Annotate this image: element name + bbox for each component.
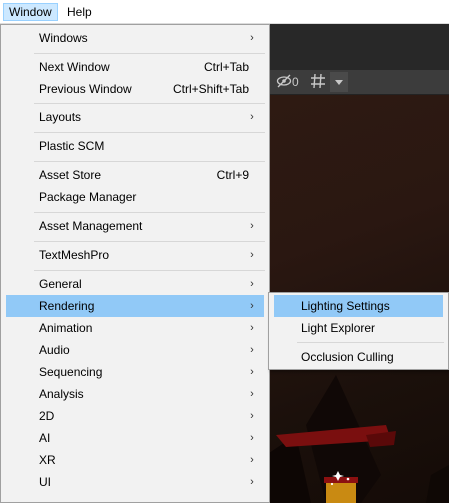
menu-item-label: Analysis — [39, 387, 84, 401]
menu-item-label: General — [39, 277, 82, 291]
menu-item-general[interactable]: General › — [6, 273, 264, 295]
chevron-right-icon: › — [250, 454, 254, 466]
menu-item-previous-window[interactable]: Previous Window Ctrl+Shift+Tab — [6, 78, 264, 100]
menu-item-label: UI — [39, 475, 51, 489]
menu-separator — [34, 53, 265, 54]
chevron-right-icon: › — [250, 111, 254, 123]
chevron-right-icon: › — [250, 322, 254, 334]
chevron-right-icon: › — [250, 249, 254, 261]
menu-item-audio[interactable]: Audio › — [6, 339, 264, 361]
menu-item-label: TextMeshPro — [39, 248, 110, 262]
menubar-help[interactable]: Help — [62, 3, 97, 21]
rendering-submenu: Lighting Settings Light Explorer Occlusi… — [268, 292, 449, 370]
menu-item-label: AI — [39, 431, 51, 445]
menu-separator — [34, 270, 265, 271]
menu-item-2d[interactable]: 2D › — [6, 405, 264, 427]
menu-item-sequencing[interactable]: Sequencing › — [6, 361, 264, 383]
menu-separator — [34, 241, 265, 242]
menu-item-label: 2D — [39, 409, 55, 423]
menu-item-label: XR — [39, 453, 56, 467]
menu-item-label: Occlusion Culling — [301, 350, 394, 364]
menu-item-xr[interactable]: XR › — [6, 449, 264, 471]
menu-item-label: Sequencing — [39, 365, 103, 379]
chevron-right-icon: › — [250, 432, 254, 444]
chevron-down-icon — [335, 80, 343, 85]
visibility-toggle[interactable]: 0 — [276, 73, 299, 91]
menu-item-analysis[interactable]: Analysis › — [6, 383, 264, 405]
menu-item-label: Plastic SCM — [39, 139, 105, 153]
hidden-object-count: 0 — [292, 75, 299, 89]
grid-dropdown-button[interactable] — [330, 72, 348, 92]
menu-item-package-manager[interactable]: Package Manager — [6, 186, 264, 208]
menu-item-windows[interactable]: Windows › — [6, 27, 264, 49]
chevron-right-icon: › — [250, 344, 254, 356]
menu-item-label: Lighting Settings — [301, 299, 390, 313]
scene-view-toolbar: 0 — [266, 70, 449, 95]
chevron-right-icon: › — [250, 410, 254, 422]
menu-separator — [34, 103, 265, 104]
hidden-eye-icon — [276, 74, 292, 88]
menu-item-label: Layouts — [39, 110, 82, 124]
menu-item-ai[interactable]: AI › — [6, 427, 264, 449]
menu-item-textmeshpro[interactable]: TextMeshPro › — [6, 244, 264, 266]
menu-item-asset-management[interactable]: Asset Management › — [6, 215, 264, 237]
menu-item-next-window[interactable]: Next Window Ctrl+Tab — [6, 56, 264, 78]
menu-item-plastic-scm[interactable]: Plastic SCM — [6, 135, 264, 157]
menu-item-label: Animation — [39, 321, 93, 335]
menu-item-rendering[interactable]: Rendering › — [6, 295, 264, 317]
menu-item-asset-store[interactable]: Asset Store Ctrl+9 — [6, 164, 264, 186]
menu-item-label: Asset Store — [39, 168, 102, 182]
menu-item-label: Package Manager — [39, 190, 137, 204]
grid-toggle[interactable] — [310, 73, 326, 91]
chevron-right-icon: › — [250, 366, 254, 378]
menu-item-layouts[interactable]: Layouts › — [6, 106, 264, 128]
menu-item-label: Audio — [39, 343, 70, 357]
menu-item-light-explorer[interactable]: Light Explorer — [274, 317, 443, 339]
chevron-right-icon: › — [250, 278, 254, 290]
window-menu: Windows › Next Window Ctrl+Tab Previous … — [0, 24, 270, 503]
menu-item-label: Light Explorer — [301, 321, 376, 335]
menu-item-label: Asset Management — [39, 219, 143, 233]
menu-item-label: Rendering — [39, 299, 95, 313]
chevron-right-icon: › — [250, 476, 254, 488]
menu-item-label: Previous Window — [39, 82, 132, 96]
chevron-right-icon: › — [250, 388, 254, 400]
menu-separator — [297, 342, 444, 343]
menu-item-animation[interactable]: Animation › — [6, 317, 264, 339]
menu-separator — [34, 132, 265, 133]
menu-item-ui[interactable]: UI › — [6, 471, 264, 493]
menu-item-label: Windows — [39, 31, 88, 45]
menu-item-shortcut: Ctrl+Shift+Tab — [172, 82, 249, 96]
grid-icon — [311, 73, 325, 89]
menubar: Window Help — [0, 0, 449, 24]
chevron-right-icon: › — [250, 32, 254, 44]
menu-separator — [34, 212, 265, 213]
chevron-right-icon: › — [250, 220, 254, 232]
menu-item-shortcut: Ctrl+9 — [216, 168, 249, 182]
menubar-window[interactable]: Window — [3, 3, 58, 21]
chevron-right-icon: › — [250, 300, 254, 312]
menu-item-lighting-settings[interactable]: Lighting Settings — [274, 295, 443, 317]
menu-item-shortcut: Ctrl+Tab — [203, 60, 249, 74]
menu-separator — [34, 161, 265, 162]
menu-item-label: Next Window — [39, 60, 110, 74]
menu-item-occlusion-culling[interactable]: Occlusion Culling — [274, 346, 443, 368]
